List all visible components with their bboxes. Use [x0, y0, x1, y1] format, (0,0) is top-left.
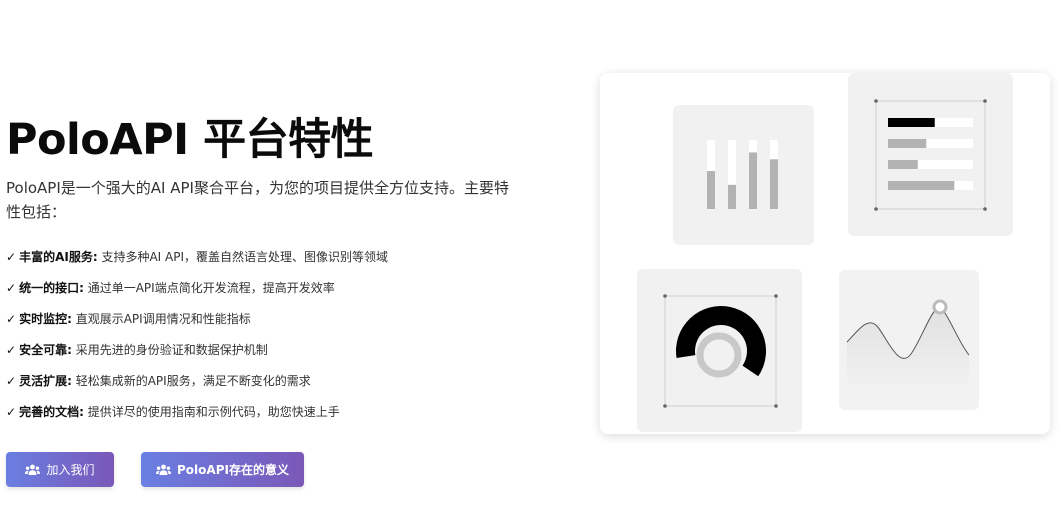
polo-meaning-label: PoloAPI存在的意义 [177, 463, 289, 477]
feature-text: 支持多种AI API，覆盖自然语言处理、图像识别等领域 [101, 250, 389, 264]
hbar-fill [888, 160, 918, 169]
join-us-button[interactable]: 加入我们 [6, 452, 114, 487]
check-icon: ✓ [6, 405, 17, 419]
hbar-fill [888, 118, 935, 127]
feature-item-security: ✓ 安全可靠: 采用先进的身份验证和数据保护机制 [6, 335, 526, 366]
hbar-fill [888, 139, 927, 148]
check-icon: ✓ [6, 281, 17, 295]
check-icon: ✓ [6, 374, 17, 388]
donut-chart-card [637, 269, 802, 432]
line-illustration [846, 299, 970, 390]
hbar-fill [888, 181, 955, 190]
horizontal-bar-illustration [874, 99, 987, 211]
donut-hole [706, 342, 732, 368]
donut-illustration [663, 294, 778, 408]
feature-list: ✓ 丰富的AI服务: 支持多种AI API，覆盖自然语言处理、图像识别等领域 ✓ 统… [6, 242, 526, 428]
corner-dot [663, 294, 667, 298]
feature-text: 直观展示API调用情况和性能指标 [75, 312, 251, 326]
action-buttons: 加入我们 PoloAPI存在的意义 [6, 452, 526, 487]
frame [875, 100, 986, 210]
feature-text: 提供详尽的使用指南和示例代码，助您快速上手 [87, 405, 340, 419]
check-icon: ✓ [6, 343, 17, 357]
users-icon [25, 464, 41, 475]
feature-item-services: ✓ 丰富的AI服务: 支持多种AI API，覆盖自然语言处理、图像识别等领域 [6, 242, 526, 273]
feature-title: 丰富的AI服务: [19, 250, 98, 264]
bar-chart-card [673, 105, 814, 245]
bar-fill [770, 159, 778, 209]
bar-fill [728, 184, 736, 209]
join-us-label: 加入我们 [46, 463, 95, 477]
feature-text: 通过单一API端点简化开发流程，提高开发效率 [87, 281, 335, 295]
corner-dot [663, 404, 667, 408]
feature-title: 实时监控: [19, 312, 72, 326]
corner-dot [774, 404, 778, 408]
hero-section: PoloAPI 平台特性 PoloAPI是一个强大的AI API聚合平台，为您的… [6, 112, 526, 487]
corner-dot [774, 294, 778, 298]
page-description: PoloAPI是一个强大的AI API聚合平台，为您的项目提供全方位支持。主要特… [6, 179, 509, 221]
users-icon [156, 464, 172, 475]
corner-dot [874, 207, 878, 211]
feature-text: 采用先进的身份验证和数据保护机制 [75, 343, 268, 357]
feature-title: 统一的接口: [19, 281, 84, 295]
area-fill [847, 307, 969, 390]
bar-fill [749, 152, 757, 209]
page-title: PoloAPI 平台特性 [6, 115, 374, 165]
horizontal-bar-card [848, 73, 1013, 236]
feature-title: 灵活扩展: [19, 374, 72, 388]
check-icon: ✓ [6, 250, 17, 264]
feature-item-docs: ✓ 完善的文档: 提供详尽的使用指南和示例代码，助您快速上手 [6, 397, 526, 428]
corner-dot [874, 99, 878, 103]
corner-dot [983, 99, 987, 103]
marker-dot [932, 299, 948, 315]
check-icon: ✓ [6, 312, 17, 326]
feature-title: 安全可靠: [19, 343, 72, 357]
line-chart-card [839, 270, 979, 410]
bar-chart-illustration [707, 140, 778, 209]
feature-item-interface: ✓ 统一的接口: 通过单一API端点简化开发流程，提高开发效率 [6, 273, 526, 304]
feature-item-extension: ✓ 灵活扩展: 轻松集成新的API服务，满足不断变化的需求 [6, 366, 526, 397]
feature-title: 完善的文档: [19, 405, 84, 419]
polo-meaning-button[interactable]: PoloAPI存在的意义 [141, 452, 304, 487]
feature-text: 轻松集成新的API服务，满足不断变化的需求 [75, 374, 311, 388]
corner-dot [983, 207, 987, 211]
bar-fill [707, 171, 715, 209]
feature-item-monitoring: ✓ 实时监控: 直观展示API调用情况和性能指标 [6, 304, 526, 335]
